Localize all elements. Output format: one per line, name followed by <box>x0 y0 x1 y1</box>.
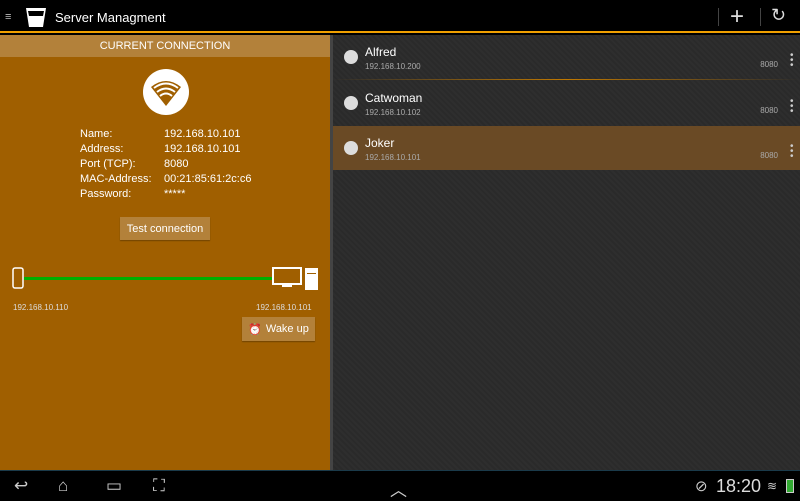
refresh-icon[interactable]: ↻ <box>771 5 786 26</box>
field-value: 192.168.10.101 <box>164 143 241 155</box>
wake-up-label: Wake up <box>265 323 309 335</box>
screenshot-icon[interactable]: ⛶ <box>153 476 165 496</box>
field-label: Address: <box>80 143 124 155</box>
field-label: MAC-Address: <box>80 173 152 185</box>
battery-icon <box>786 479 794 493</box>
server-ip: 192.168.10.200 <box>365 62 421 71</box>
app-title: Server Managment <box>55 10 166 25</box>
wifi-status-icon: ≋ <box>767 479 778 493</box>
client-ip: 192.168.10.110 <box>13 303 69 312</box>
sync-off-icon: ⊘ <box>695 478 708 495</box>
server-port: 8080 <box>760 151 778 160</box>
back-icon[interactable]: ↩ <box>14 476 28 496</box>
system-nav-bar: ↩ ⌂ ▭ ⛶ ︿ ⊘ 18:20 ≋ <box>0 470 800 500</box>
current-connection-panel: CURRENT CONNECTION Name: 192.168.10.101 A… <box>0 35 330 470</box>
server-list-item[interactable]: Alfred 192.168.10.200 8080 • • • <box>333 35 800 79</box>
panel-header: CURRENT CONNECTION <box>0 35 330 57</box>
server-list-item[interactable]: Catwoman 192.168.10.102 8080 • • • <box>333 81 800 125</box>
wifi-icon <box>344 50 358 64</box>
phone-icon <box>12 267 24 289</box>
alarm-clock-icon: ⏰ <box>248 323 262 336</box>
wifi-icon <box>344 141 358 155</box>
overflow-menu-icon[interactable]: • • • <box>790 142 794 162</box>
server-ip: 192.168.10.101 <box>365 153 421 162</box>
add-icon[interactable]: + <box>730 3 744 31</box>
wifi-icon <box>143 69 189 115</box>
server-port: 8080 <box>760 106 778 115</box>
chevron-up-icon[interactable]: ︿ <box>390 476 407 501</box>
recent-apps-icon[interactable]: ▭ <box>106 476 122 496</box>
field-label: Password: <box>80 188 132 200</box>
connection-link-line <box>24 277 272 280</box>
server-list: Alfred 192.168.10.200 8080 • • • Catwoman … <box>330 35 800 470</box>
overflow-menu-icon[interactable]: • • • <box>790 51 794 71</box>
server-name: Catwoman <box>365 91 423 105</box>
server-name: Alfred <box>365 45 397 59</box>
computer-icon <box>272 267 318 290</box>
overflow-menu-icon[interactable]: • • • <box>790 97 794 117</box>
wake-up-button[interactable]: ⏰ Wake up <box>242 317 315 341</box>
connection-info: Name: 192.168.10.101 Address: 192.168.10.1… <box>80 127 251 202</box>
server-ip: 192.168.10.101 <box>256 303 312 312</box>
server-ip: 192.168.10.102 <box>365 108 421 117</box>
server-name: Joker <box>365 136 395 150</box>
home-icon[interactable]: ⌂ <box>58 476 68 496</box>
wifi-icon <box>344 96 358 110</box>
action-bar: ≡ Server Managment + ↻ <box>0 0 800 33</box>
server-list-item-selected[interactable]: Joker 192.168.10.101 8080 • • • <box>333 126 800 170</box>
field-label: Port (TCP): <box>80 158 136 170</box>
server-port: 8080 <box>760 60 778 69</box>
field-label: Name: <box>80 128 113 140</box>
app-logo-icon <box>26 8 46 27</box>
drawer-menu-icon[interactable]: ≡ <box>5 11 11 23</box>
field-value: 192.168.10.101 <box>164 128 241 140</box>
test-connection-button[interactable]: Test connection <box>120 217 210 240</box>
field-value: 8080 <box>164 158 189 170</box>
field-value: ***** <box>164 188 186 200</box>
field-value: 00:21:85:61:2c:c6 <box>164 173 252 185</box>
clock: 18:20 <box>716 476 762 496</box>
